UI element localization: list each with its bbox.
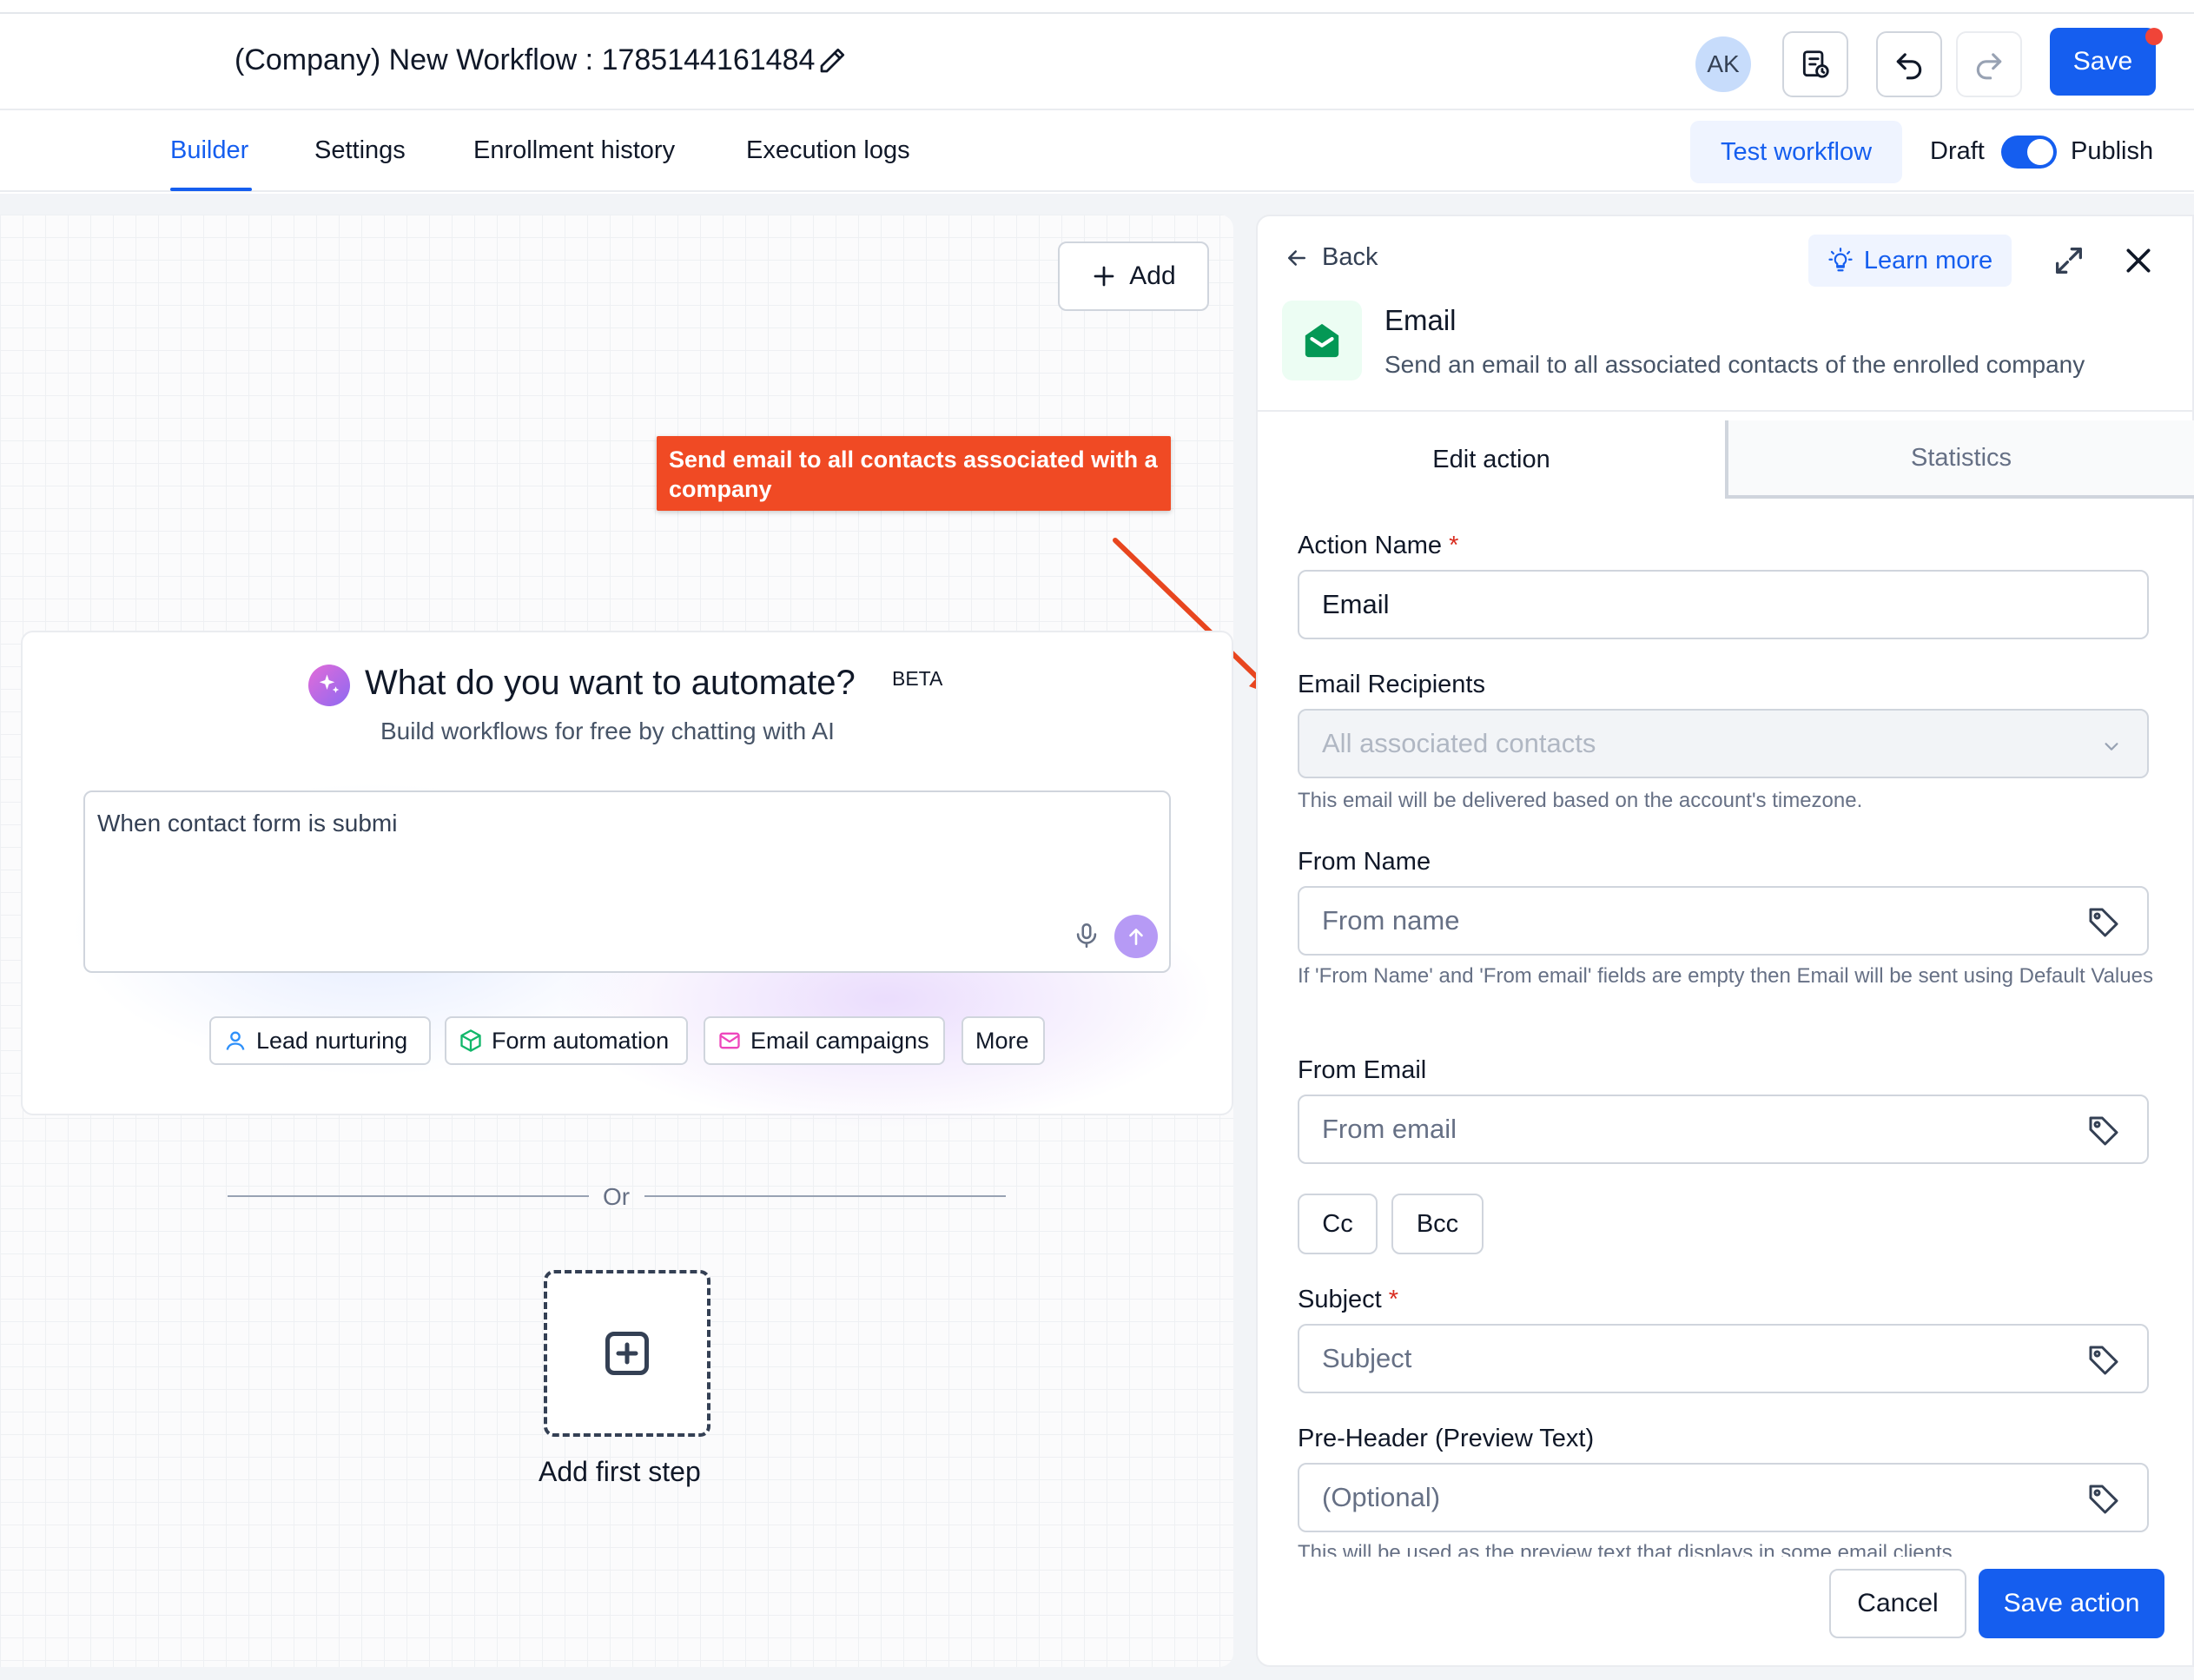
- chip-more[interactable]: More: [962, 1016, 1045, 1065]
- send-button[interactable]: [1114, 915, 1158, 958]
- history-button[interactable]: [1782, 31, 1848, 97]
- preheader-placeholder: (Optional): [1322, 1482, 1441, 1512]
- send-icon: [1129, 929, 1143, 945]
- chip-lead-nurturing[interactable]: Lead nurturing: [209, 1016, 431, 1065]
- cc-button[interactable]: Cc: [1298, 1194, 1378, 1254]
- test-workflow-button[interactable]: Test workflow: [1690, 121, 1902, 183]
- from-email-label: From Email: [1298, 1056, 1427, 1084]
- back-label: Back: [1322, 243, 1378, 271]
- draft-label: Draft: [1930, 137, 1985, 165]
- plus-icon: [1094, 266, 1114, 287]
- from-name-label: From Name: [1298, 848, 1431, 876]
- tag-icon[interactable]: [2086, 1114, 2121, 1148]
- email-recipients-select[interactable]: All associated contacts: [1298, 709, 2149, 778]
- ai-subtitle: Build workflows for free by chatting wit…: [380, 718, 835, 744]
- from-name-placeholder: From name: [1322, 905, 1460, 936]
- chip-form-automation[interactable]: Form automation: [445, 1016, 688, 1065]
- action-title: Email: [1384, 304, 1457, 336]
- undo-button[interactable]: [1876, 31, 1942, 97]
- action-description: Send an email to all associated contacts…: [1384, 351, 2085, 378]
- sparkle-icon: [308, 665, 350, 706]
- chip-label: Email campaigns: [750, 1027, 929, 1054]
- subject-input[interactable]: Subject: [1298, 1324, 2149, 1393]
- user-icon: [226, 1031, 245, 1050]
- tag-icon[interactable]: [2086, 1343, 2121, 1378]
- mail-icon: [719, 1032, 740, 1049]
- tag-icon[interactable]: [2086, 905, 2121, 940]
- avatar[interactable]: AK: [1695, 36, 1751, 92]
- add-square-icon: [605, 1332, 649, 1375]
- recipients-value: All associated contacts: [1322, 728, 1596, 758]
- add-button[interactable]: Add: [1058, 241, 1209, 311]
- divider-line: [228, 1195, 589, 1197]
- divider-line: [644, 1195, 1006, 1197]
- action-name-label: Action Name *: [1298, 532, 1459, 559]
- back-arrow-icon: [1288, 249, 1305, 266]
- preheader-hint: This will be used as the preview text th…: [1298, 1541, 1953, 1557]
- active-tab-underline: [170, 188, 252, 191]
- publish-label: Publish: [2071, 137, 2154, 165]
- redo-icon: [1976, 53, 2002, 80]
- from-name-input[interactable]: From name: [1298, 886, 2149, 956]
- action-name-value: Email: [1322, 589, 1390, 619]
- from-email-input[interactable]: From email: [1298, 1095, 2149, 1164]
- lightbulb-icon: [1828, 248, 1853, 272]
- preheader-input[interactable]: (Optional): [1298, 1463, 2149, 1532]
- redo-button[interactable]: [1956, 31, 2022, 97]
- save-action-button[interactable]: Save action: [1979, 1569, 2164, 1638]
- cube-icon: [460, 1029, 481, 1052]
- from-email-placeholder: From email: [1322, 1114, 1457, 1144]
- subject-placeholder: Subject: [1322, 1343, 1412, 1373]
- history-icon: [1802, 50, 1829, 78]
- or-label: Or: [603, 1183, 631, 1210]
- ai-prompt-value: When contact form is submi: [97, 810, 398, 837]
- recipients-hint: This email will be delivered based on th…: [1298, 789, 1863, 812]
- workflow-title: (Company) New Workflow : 1785144161484: [235, 43, 816, 76]
- edit-icon[interactable]: [816, 45, 848, 76]
- save-button[interactable]: Save: [2050, 28, 2156, 96]
- action-name-input[interactable]: Email: [1298, 570, 2149, 639]
- preheader-label: Pre-Header (Preview Text): [1298, 1425, 1595, 1452]
- email-open-icon: [1305, 323, 1339, 358]
- mic-icon[interactable]: [1072, 921, 1101, 950]
- chip-label: Form automation: [492, 1027, 670, 1054]
- chip-email-campaigns[interactable]: Email campaigns: [704, 1016, 945, 1065]
- tag-icon[interactable]: [2086, 1482, 2121, 1517]
- from-name-hint: If 'From Name' and 'From email' fields a…: [1298, 964, 2153, 988]
- chevron-down-icon: [2105, 743, 2118, 751]
- learn-more-label: Learn more: [1863, 246, 1993, 274]
- cancel-button[interactable]: Cancel: [1829, 1569, 1966, 1638]
- close-icon[interactable]: [2121, 243, 2156, 278]
- bcc-button[interactable]: Bcc: [1391, 1194, 1484, 1254]
- add-button-label: Add: [1129, 261, 1176, 290]
- panel-divider: [1258, 410, 2194, 412]
- tab-enrollment-history[interactable]: Enrollment history: [473, 136, 675, 165]
- learn-more-button[interactable]: Learn more: [1808, 235, 2012, 287]
- beta-badge: BETA: [892, 667, 943, 690]
- toggle-knob: [2027, 139, 2053, 165]
- annotation-callout: Send email to all contacts associated wi…: [657, 436, 1171, 511]
- add-first-step-button[interactable]: [544, 1270, 710, 1437]
- tab-builder[interactable]: Builder: [170, 136, 248, 165]
- add-first-step-label: Add first step: [539, 1456, 701, 1487]
- tab-settings[interactable]: Settings: [314, 136, 406, 165]
- back-button[interactable]: Back: [1284, 243, 1378, 272]
- tab-statistics[interactable]: Statistics: [1725, 420, 2194, 499]
- email-recipients-label: Email Recipients: [1298, 671, 1485, 698]
- chip-label: More: [975, 1027, 1029, 1054]
- unsaved-indicator: [2145, 28, 2163, 45]
- subject-label: Subject *: [1298, 1286, 1399, 1313]
- undo-icon: [1896, 53, 1922, 80]
- chip-label: Lead nurturing: [256, 1027, 408, 1054]
- email-action-icon: [1282, 301, 1362, 380]
- expand-icon[interactable]: [2052, 243, 2086, 278]
- tab-edit-action[interactable]: Edit action: [1258, 420, 1725, 499]
- ai-title: What do you want to automate?: [365, 664, 856, 702]
- tab-execution-logs[interactable]: Execution logs: [746, 136, 910, 165]
- publish-toggle[interactable]: [2001, 136, 2057, 169]
